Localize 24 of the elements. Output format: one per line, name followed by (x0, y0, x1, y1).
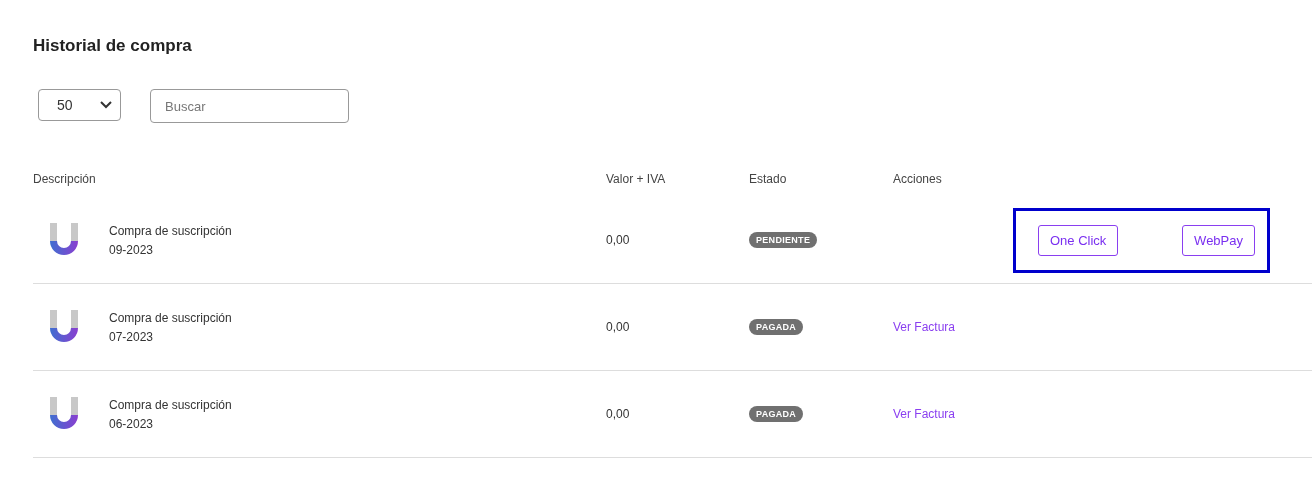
period-text: 07-2023 (109, 329, 155, 344)
status-badge: PENDIENTE (749, 232, 818, 248)
column-header: Descripción (33, 172, 97, 186)
status-badge: PAGADA (749, 406, 804, 422)
page-size-select[interactable]: 50 (38, 89, 121, 121)
column-header: Acciones (893, 172, 943, 186)
period-text: 06-2023 (109, 416, 155, 431)
invoice-link[interactable]: Ver Factura (893, 320, 956, 334)
value-text: 0,00 (606, 407, 630, 421)
description-text: Compra de suscripción (109, 223, 232, 238)
description-text: Compra de suscripción (109, 310, 232, 325)
column-header: Estado (749, 172, 788, 186)
search-field[interactable]: Buscar (150, 89, 349, 123)
page-title: Historial de compra (33, 36, 193, 57)
column-header: Valor + IVA (606, 172, 667, 186)
period-text: 09-2023 (109, 242, 155, 257)
value-text: 0,00 (606, 233, 630, 247)
payment-button[interactable]: One Click (1038, 224, 1119, 256)
description-text: Compra de suscripción (109, 397, 232, 412)
status-badge: PAGADA (749, 319, 804, 335)
invoice-link[interactable]: Ver Factura (893, 407, 956, 421)
payment-button[interactable]: WebPay (1182, 224, 1255, 256)
value-text: 0,00 (606, 320, 630, 334)
chevron-down-icon (100, 101, 112, 109)
